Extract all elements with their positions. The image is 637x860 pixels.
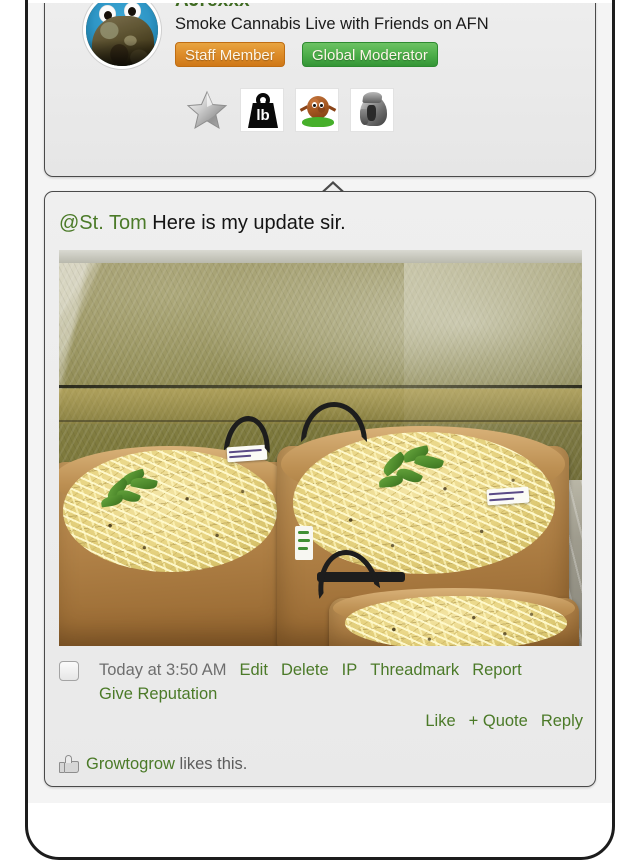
reply-button[interactable]: Reply [541,712,583,730]
grow-tent-photo[interactable] [59,250,582,646]
badge-global-moderator: Global Moderator [302,42,438,67]
like-button[interactable]: Like [425,712,455,730]
thumbs-up-icon [59,755,79,773]
pound-weight-icon[interactable]: lb [240,88,284,132]
gladiator-helmet-icon[interactable] [350,88,394,132]
threadmark-link[interactable]: Threadmark [370,661,459,679]
post-action-row: Like + Quote Reply [425,709,583,733]
quote-button[interactable]: + Quote [469,712,528,730]
username[interactable]: AJrexxx [175,3,250,12]
user-tagline: Smoke Cannabis Live with Friends on AFN [175,15,489,33]
silver-star-icon[interactable] [185,88,229,132]
tent-top-strip [59,250,582,263]
avatar-shadow [86,40,158,66]
seedling-left [100,468,163,518]
nug-character-icon[interactable] [295,88,339,132]
badge-staff-member: Staff Member [175,42,285,67]
trophy-icon-row: lb [185,88,394,132]
seedling-right [377,445,447,500]
post-message: @St. Tom Here is my update sir. [59,212,346,235]
ip-link[interactable]: IP [342,661,358,679]
give-reputation-row: Give Reputation [99,682,217,706]
tent-seam-upper [59,384,582,388]
page-scroll-area[interactable]: AJrexxx Smoke Cannabis Live with Friends… [28,3,612,803]
straw-mulch-left [63,450,277,572]
post-meta-row: Today at 3:50 AM Edit Delete IP Threadmark Re… [99,658,522,682]
edit-link[interactable]: Edit [240,661,268,679]
report-link[interactable]: Report [472,661,522,679]
post-date: Today at 3:50 AM [99,661,227,679]
user-mention-link[interactable]: @St. Tom [59,212,147,234]
post-select-checkbox[interactable] [59,661,79,681]
user-info-card: AJrexxx Smoke Cannabis Live with Friends… [44,3,596,177]
pot-logo-patch [295,526,313,560]
give-reputation-link[interactable]: Give Reputation [99,685,217,703]
plant-label-right [486,486,530,506]
liker-name-link[interactable]: Growtogrow [86,755,175,773]
post-body-text: Here is my update sir. [146,212,346,234]
delete-link[interactable]: Delete [281,661,329,679]
post-card: @St. Tom Here is my update sir. Today at… [44,191,596,787]
browser-viewport-frame: AJrexxx Smoke Cannabis Live with Friends… [25,0,615,860]
straw-mulch-front [345,596,567,646]
likes-suffix-text: likes this. [174,755,248,773]
avatar[interactable] [83,3,161,69]
likes-summary-row: Growtogrow likes this. [59,753,247,775]
